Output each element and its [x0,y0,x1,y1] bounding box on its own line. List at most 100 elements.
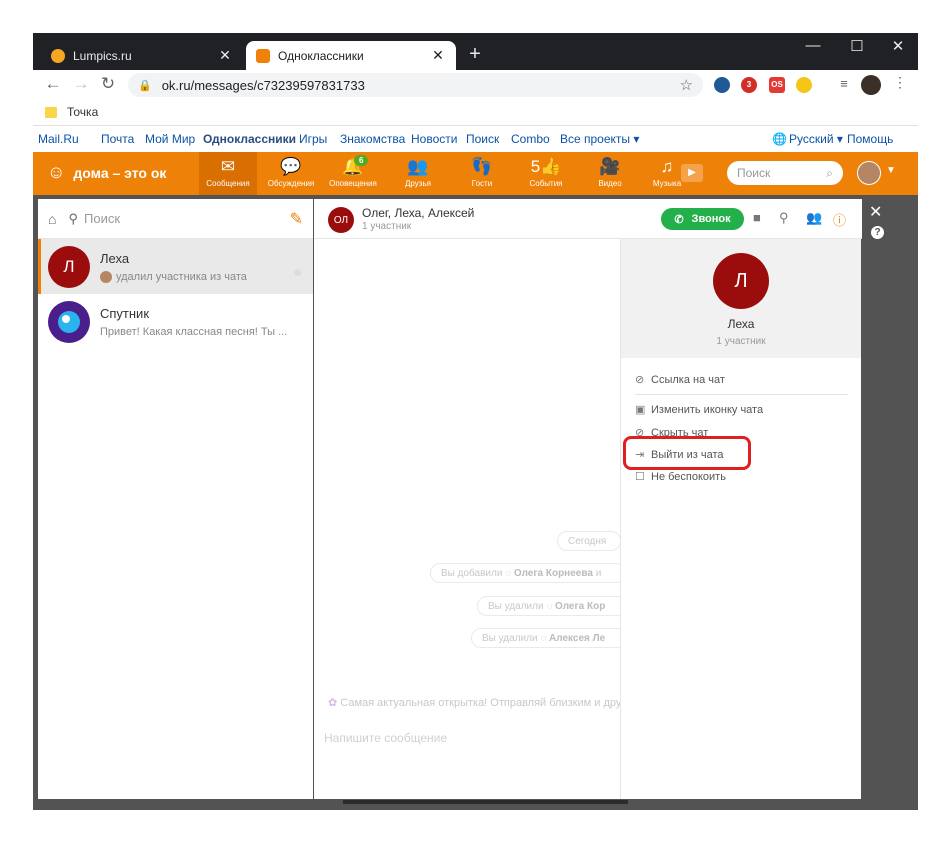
nav-notifications[interactable]: 🔔 6 Оповещения [324,152,382,195]
system-message: Вы добавили ◌ Олега Корнеева и [430,563,626,583]
forward-icon[interactable]: → [69,74,93,94]
menu-dots-icon[interactable]: ⋮ [888,74,912,91]
tab-odnoklassniki[interactable]: Одноклассники ✕ [246,41,456,70]
gold-extension-icon[interactable] [796,77,812,93]
search-placeholder: Поиск [737,166,771,180]
nav-events[interactable]: 5👍 События [517,152,575,195]
menu-item-change-icon[interactable]: ▣ Изменить иконку чата [635,403,764,417]
event-name: Олега Корнеева [513,567,593,579]
menu-label: Изменить иконку чата [651,403,764,416]
nav-messages[interactable]: ✉ Сообщения [199,152,257,195]
nav-label: Видео [598,179,622,188]
message-input[interactable]: Напишите сообщение [324,731,447,745]
lastpass-extension-icon[interactable]: 3 [741,77,757,93]
participants-icon[interactable]: 👥 [806,210,822,226]
tab-lumpics[interactable]: Lumpics.ru ✕ [41,41,243,70]
tab-title: Одноклассники [278,48,364,63]
nav-discussions[interactable]: 💬 Обсуждения [262,152,320,195]
chat-item-leha[interactable]: Л Леха удалил участника из чата [38,239,313,294]
bookmark-star-icon[interactable]: ☆ [680,76,693,94]
divider [635,394,848,395]
chat-info-avatar: Л [713,253,769,309]
help-icon[interactable]: ? [871,226,884,239]
nav-friends[interactable]: 👥 Друзья [389,152,447,195]
chat-info-panel: Л Леха 1 участник ⊘ Ссылка на чат ▣ Измени… [620,239,861,799]
close-window-icon[interactable]: ✕ [883,37,913,55]
gear-extension-icon[interactable] [714,77,730,93]
back-icon[interactable]: ← [41,74,65,94]
call-button[interactable]: ✆ Звонок [661,208,744,230]
compose-icon[interactable]: ✎ [290,209,303,229]
notification-badge: 6 [354,155,369,166]
info-icon[interactable]: ⓘ [833,210,846,229]
language-selector[interactable]: Русский ▾ [789,132,843,146]
folder-icon [45,106,57,118]
bookmark-folder[interactable]: Точка [45,105,98,119]
link-icon: ⊘ [635,374,645,386]
topnav-link[interactable]: Знакомства [340,132,405,146]
close-tab-icon[interactable]: ✕ [217,47,233,64]
search-icon: ⚲ [68,210,78,226]
day-separator: Сегодня [557,531,621,551]
nav-guests[interactable]: 👣 Гости [453,152,511,195]
friends-icon: 👥 [407,157,429,176]
search-icon[interactable]: ⌕ [826,166,833,181]
chat-header: ОЛ Олег, Леха, Алексей 1 участник ✆ Звоно… [314,199,862,239]
topnav-link[interactable]: Mail.Ru [38,132,79,146]
search-icon[interactable]: ⚲ [779,210,789,226]
chat-preview: удалил участника из чата [116,270,247,283]
reload-icon[interactable]: ↻ [96,74,120,94]
ok-search-input[interactable]: Поиск ⌕ [727,161,843,185]
new-tab-button[interactable]: + [463,43,487,66]
topnav-link[interactable]: Игры [299,132,327,146]
user-avatar[interactable] [857,161,881,185]
footprints-icon: 👣 [471,157,493,176]
topnav-link[interactable]: Почта [101,132,134,146]
maximize-icon[interactable]: ☐ [842,37,872,55]
chat-search-input[interactable]: Поиск [84,211,290,226]
topnav-link[interactable]: Все проекты ▾ [560,132,639,146]
system-message: Вы удалили ◌ Алексея Ле [471,628,627,648]
topnav-link[interactable]: Combo [511,132,550,146]
browser-toolbar: ← → ↻ 🔒 ok.ru/messages/c73239597831733 ☆… [33,70,918,100]
highlight-box [623,436,751,470]
avatar: Л [48,245,90,288]
help-link[interactable]: Помощь [847,132,893,146]
menu-item-do-not-disturb[interactable]: ☐ Не беспокоить [635,470,726,484]
home-icon[interactable]: ⌂ [48,211,56,227]
event-prefix: Вы добавили [441,567,503,579]
chevron-down-icon[interactable]: ▼ [886,165,896,176]
topnav-link[interactable]: Мой Мир [145,132,195,146]
profile-avatar[interactable] [861,75,881,95]
topnav-link[interactable]: Поиск [466,132,499,146]
system-message: Вы удалили ◌ Олега Кор [477,596,627,616]
chat-window: ОЛ Олег, Леха, Алексей 1 участник ✆ Звоно… [314,199,862,799]
nav-video[interactable]: 🎥 Видео [581,152,639,195]
chat-info-name: Леха [727,317,755,331]
nav-label: Гости [471,179,493,188]
video-call-icon[interactable]: ■ [753,210,761,225]
topnav-link[interactable]: Одноклассники [203,132,296,146]
chat-avatar[interactable]: ОЛ [328,207,354,233]
postcard-icon: ✿ [328,697,338,709]
menu-item-chat-link[interactable]: ⊘ Ссылка на чат [635,373,725,387]
chat-title[interactable]: Олег, Леха, Алексей [362,206,474,220]
chat-name: Спутник [100,305,150,321]
chat-item-sputnik[interactable]: Спутник Привет! Какая классная песня! Ты… [38,294,313,349]
ok-extension-icon[interactable]: OS [769,77,785,93]
ok-logo[interactable]: ☺ дома – это ок [47,162,166,183]
chat-name: Леха [100,250,130,266]
chat-list-header: ⌂ ⚲ Поиск ✎ [38,199,313,239]
minimize-icon[interactable]: — [798,37,828,54]
reading-list-icon[interactable]: ≡ [832,76,856,91]
play-icon[interactable]: ▶ [681,164,703,182]
bottom-strip [343,800,628,804]
web-page: Mail.Ru Почта Мой Мир Одноклассники Игры… [33,126,918,810]
close-tab-icon[interactable]: ✕ [430,47,446,64]
postcard-promo[interactable]: ✿ Самая актуальная открытка! Отправляй б… [328,696,638,709]
menu-label: Ссылка на чат [651,373,725,386]
close-icon[interactable]: ✕ [869,202,882,222]
topnav-link[interactable]: Новости [411,132,457,146]
browser-window: Lumpics.ru ✕ Одноклассники ✕ + — ☐ ✕ ← →… [33,33,918,810]
address-bar[interactable]: 🔒 ok.ru/messages/c73239597831733 ☆ [128,73,703,97]
